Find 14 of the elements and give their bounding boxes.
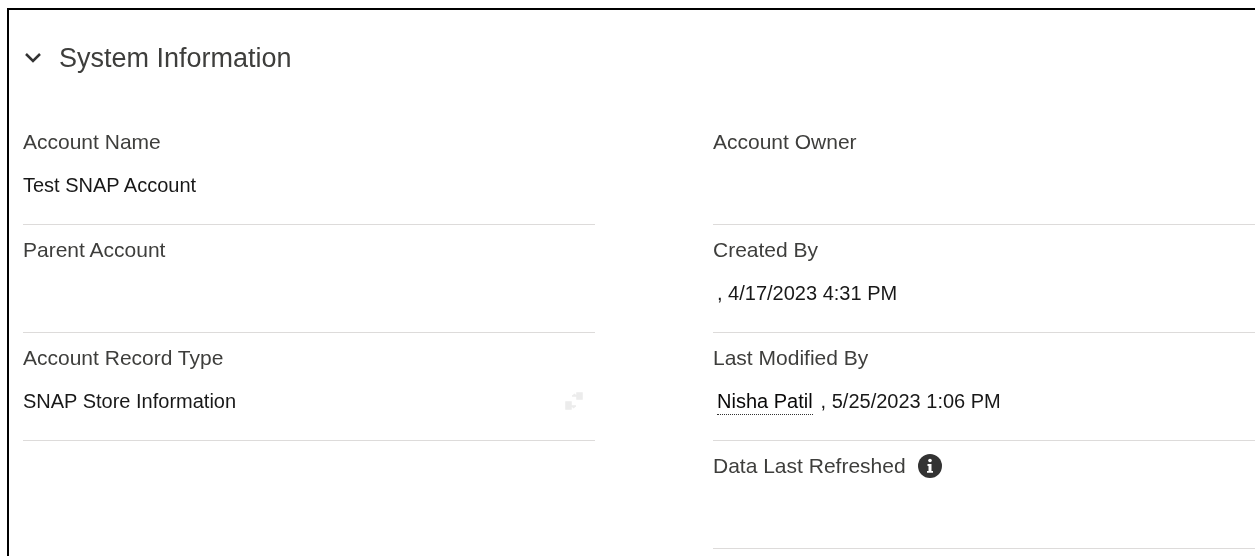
- field-label: Last Modified By: [713, 345, 869, 371]
- section-title: System Information: [59, 41, 292, 75]
- field-label: Account Name: [23, 129, 161, 155]
- field-label: Data Last Refreshed: [713, 453, 906, 479]
- field-label: Created By: [713, 237, 819, 263]
- user-link[interactable]: Nisha Patil: [717, 387, 813, 415]
- field-value: Test SNAP Account: [23, 173, 197, 198]
- field-label: Account Owner: [713, 129, 857, 155]
- info-icon[interactable]: [917, 454, 942, 478]
- field-label: Parent Account: [23, 237, 166, 263]
- field-value: , 4/17/2023 4:31 PM: [717, 281, 898, 306]
- field-label: Account Record Type: [23, 345, 224, 371]
- field-value: SNAP Store Information: [23, 389, 237, 414]
- field-value: , 5/25/2023 1:06 PM: [820, 389, 1001, 414]
